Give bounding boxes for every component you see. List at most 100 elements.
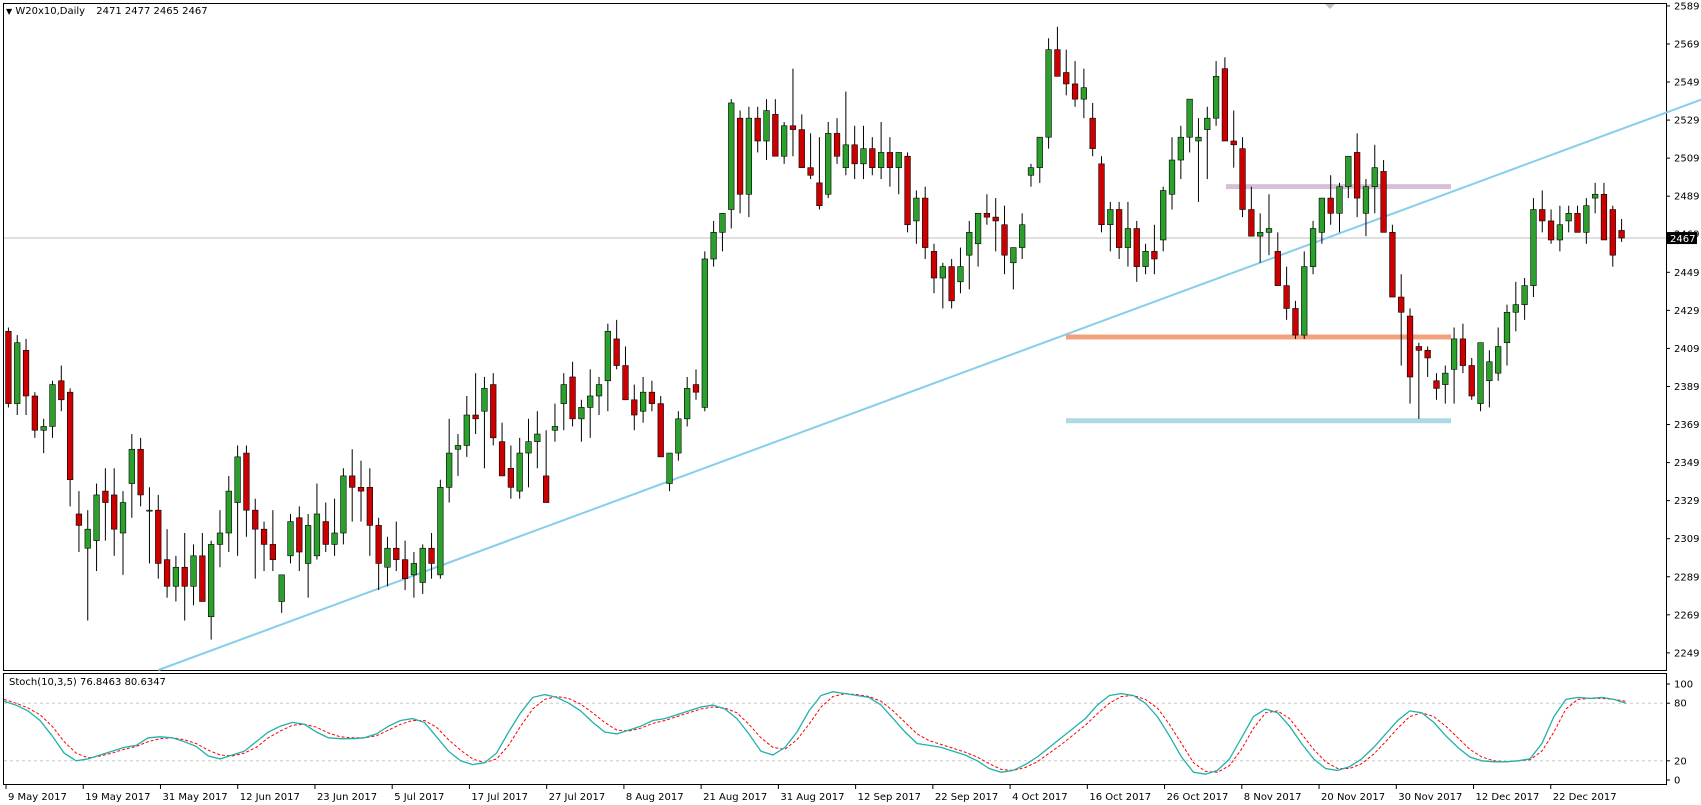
candle-body xyxy=(252,509,259,530)
candle-body xyxy=(40,426,47,431)
candle-body xyxy=(1618,230,1625,239)
candle-body xyxy=(1486,361,1493,382)
candle-body xyxy=(472,414,479,420)
candle-body xyxy=(904,155,911,226)
candle-body xyxy=(1309,228,1317,267)
price-tick-label: 2329 xyxy=(1674,496,1699,507)
current-price-marker: 2467 xyxy=(1667,232,1697,245)
candle-body xyxy=(701,258,708,408)
candle-body xyxy=(736,117,744,195)
candle-body xyxy=(1116,209,1123,248)
candle-body xyxy=(322,521,329,545)
candle-body xyxy=(419,547,426,583)
candle-body xyxy=(490,384,497,439)
candle-body xyxy=(781,125,788,157)
candle-body xyxy=(1230,140,1237,146)
candle-body xyxy=(816,182,823,207)
candle-body xyxy=(454,445,462,450)
candle-body xyxy=(1354,152,1361,199)
candle-body xyxy=(1477,342,1484,404)
candle-body xyxy=(234,456,241,503)
candle-body xyxy=(543,475,550,503)
time-tick-label: 27 Jul 2017 xyxy=(549,792,606,803)
candle-body xyxy=(1389,232,1396,298)
candle-body xyxy=(331,532,338,545)
candle-body xyxy=(1583,205,1590,233)
candle-body xyxy=(534,433,541,442)
candle-body xyxy=(1547,220,1555,241)
candle-body xyxy=(569,376,576,420)
candle-body xyxy=(895,152,902,168)
candle-body xyxy=(1177,136,1184,161)
candle-body xyxy=(1318,197,1325,233)
indicator-header: Stoch(10,3,5) 76.8463 80.6347 xyxy=(9,677,166,688)
candle-body xyxy=(260,528,268,545)
candle-body xyxy=(1160,190,1167,241)
candle-body xyxy=(1495,346,1502,374)
candle-body xyxy=(551,426,559,431)
candle-body xyxy=(692,384,700,393)
candle-body xyxy=(366,487,373,526)
candle-body xyxy=(507,467,514,488)
candle-body xyxy=(269,544,276,560)
candle-body xyxy=(745,117,753,195)
candle-body xyxy=(613,338,620,366)
candle-body xyxy=(296,517,303,553)
candle-body xyxy=(1274,251,1281,286)
candle-body xyxy=(631,399,638,416)
candle-body xyxy=(604,330,611,382)
dropdown-triangle-icon[interactable]: ▼ xyxy=(6,7,12,16)
candle-body xyxy=(1071,83,1079,100)
candle-body xyxy=(1221,68,1229,142)
candle-body xyxy=(1239,148,1246,210)
candle-body xyxy=(798,129,805,168)
candle-body xyxy=(648,391,656,404)
candle-body xyxy=(1054,49,1061,77)
candle-body xyxy=(1019,224,1026,248)
candle-body xyxy=(1565,213,1572,222)
price-tick-label: 2349 xyxy=(1674,458,1699,469)
time-tick-label: 5 Jul 2017 xyxy=(394,792,444,803)
candle-body xyxy=(1045,49,1052,138)
time-tick-label: 22 Sep 2017 xyxy=(935,792,998,803)
candle-body xyxy=(877,152,885,168)
price-tick-label: 2529 xyxy=(1674,116,1699,127)
candle-body xyxy=(393,547,400,560)
candle-body xyxy=(75,513,83,526)
candle-body xyxy=(1186,98,1193,138)
candle-body xyxy=(128,448,135,484)
candle-body xyxy=(1371,167,1378,187)
candle-body xyxy=(622,365,629,401)
candle-body xyxy=(446,452,453,488)
candle-body xyxy=(930,251,938,279)
candle-body xyxy=(525,441,532,454)
candle-body xyxy=(437,487,444,576)
candle-body xyxy=(516,452,523,492)
symbol-label: W20x10,Daily xyxy=(15,6,86,17)
candle-body xyxy=(1468,365,1475,397)
candle-body xyxy=(983,213,991,218)
candle-body xyxy=(825,133,832,195)
candle-body xyxy=(481,388,488,412)
price-tick-label: 2269 xyxy=(1674,610,1699,621)
candle-body xyxy=(1248,209,1255,237)
time-tick-label: 16 Oct 2017 xyxy=(1089,792,1151,803)
price-tick-label: 2449 xyxy=(1674,268,1699,279)
price-tick-label: 2549 xyxy=(1674,78,1699,89)
candle-body xyxy=(1362,186,1370,214)
candle-body xyxy=(357,487,365,492)
candle-body xyxy=(1592,193,1599,199)
candle-body xyxy=(1168,159,1176,195)
candle-body xyxy=(657,403,664,458)
candle-body xyxy=(1265,228,1273,233)
price-tick-label: 2389 xyxy=(1674,382,1699,393)
stoch-tick-label: 80 xyxy=(1674,699,1687,710)
candle-body xyxy=(401,559,409,579)
candle-body xyxy=(1433,380,1440,389)
candle-body xyxy=(498,441,506,477)
candle-body xyxy=(1442,372,1449,385)
indicator-title: Stoch(10,3,5) xyxy=(9,677,77,688)
candle-body xyxy=(1539,209,1546,222)
candle-body xyxy=(66,391,74,481)
candle-body xyxy=(578,407,585,420)
